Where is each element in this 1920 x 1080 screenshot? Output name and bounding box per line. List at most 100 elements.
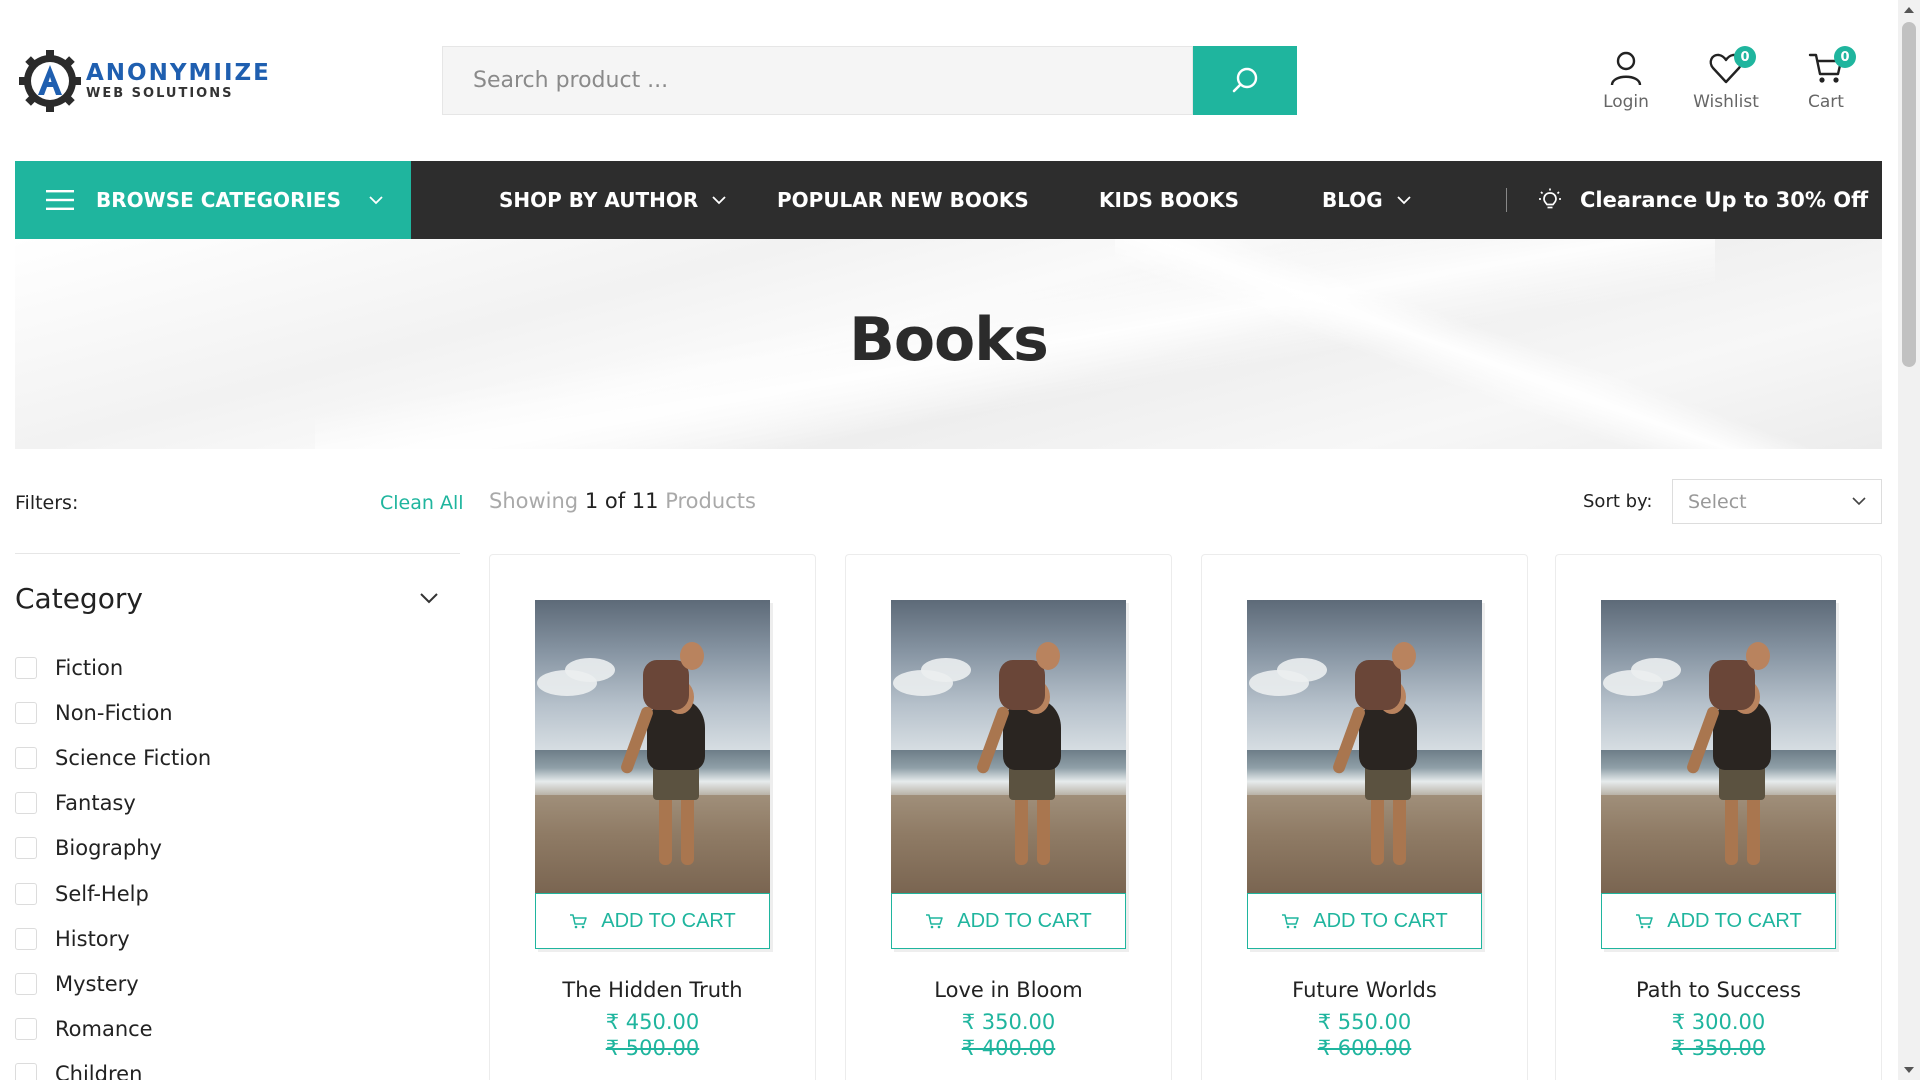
add-to-cart-label: ADD TO CART: [957, 909, 1092, 932]
category-label: Science Fiction: [55, 745, 212, 770]
main-nav: BROWSE CATEGORIES SHOP BY AUTHOR POPULAR…: [15, 161, 1882, 239]
scroll-up-arrow-icon[interactable]: [1898, 0, 1920, 20]
scroll-down-arrow-icon[interactable]: [1898, 1060, 1920, 1080]
product-title[interactable]: Love in Bloom: [846, 978, 1171, 1002]
category-item[interactable]: Mystery: [15, 961, 211, 1006]
category-item[interactable]: Science Fiction: [15, 735, 211, 780]
chevron-down-icon: [712, 195, 726, 204]
category-label: Biography: [55, 836, 162, 861]
product-price: ₹ 550.00: [1317, 1010, 1412, 1034]
category-checkbox[interactable]: [15, 792, 37, 815]
cart-icon: [926, 914, 943, 929]
login-link[interactable]: Login: [1576, 50, 1676, 112]
product-title[interactable]: Path to Success: [1556, 978, 1881, 1002]
category-label: History: [55, 926, 130, 951]
showing-suffix: Products: [665, 489, 756, 513]
category-item[interactable]: Biography: [15, 826, 211, 871]
product-card[interactable]: ADD TO CART Path to Success ₹ 300.00 ₹ 3…: [1555, 554, 1882, 1080]
product-old-price: ₹ 600.00: [1317, 1036, 1412, 1060]
category-label: Fiction: [55, 655, 124, 680]
category-title: Category: [15, 582, 143, 615]
wishlist-label: Wishlist: [1693, 92, 1759, 112]
category-checkbox[interactable]: [15, 927, 37, 950]
category-item[interactable]: Non-Fiction: [15, 690, 211, 735]
category-checkbox[interactable]: [15, 882, 37, 905]
nav-blog-label: BLOG: [1322, 188, 1383, 212]
category-item[interactable]: Fantasy: [15, 781, 211, 826]
browse-categories-label: BROWSE CATEGORIES: [96, 188, 341, 212]
category-filter-toggle[interactable]: Category: [15, 582, 438, 615]
product-image[interactable]: [1247, 600, 1482, 893]
clearance-label: Clearance Up to 30% Off: [1580, 188, 1869, 212]
nav-kids-books[interactable]: KIDS BOOKS: [1099, 161, 1239, 239]
page-scrollbar[interactable]: [1898, 0, 1920, 1080]
site-logo[interactable]: ANONYMIIZE WEB SOLUTIONS: [18, 47, 271, 115]
nav-kids-books-label: KIDS BOOKS: [1099, 188, 1240, 212]
search-icon: [1232, 67, 1258, 92]
category-item[interactable]: Fiction: [15, 645, 211, 690]
login-label: Login: [1603, 92, 1649, 112]
cart-link[interactable]: 0 Cart: [1776, 46, 1876, 112]
category-label: Mystery: [55, 971, 139, 996]
nav-popular-new-books[interactable]: POPULAR NEW BOOKS: [777, 161, 1029, 239]
nav-popular-new-books-label: POPULAR NEW BOOKS: [777, 188, 1029, 212]
product-image[interactable]: [891, 600, 1126, 893]
product-title[interactable]: The Hidden Truth: [490, 978, 815, 1002]
category-label: Self-Help: [55, 881, 149, 906]
add-to-cart-button[interactable]: ADD TO CART: [1247, 893, 1482, 949]
logo-title: ANONYMIIZE: [86, 60, 271, 86]
category-checkbox[interactable]: [15, 656, 37, 679]
search-button[interactable]: [1193, 46, 1297, 115]
category-item[interactable]: Self-Help: [15, 871, 211, 916]
wishlist-link[interactable]: 0 Wishlist: [1676, 46, 1776, 112]
product-image[interactable]: [535, 600, 770, 893]
category-checkbox[interactable]: [15, 746, 37, 769]
category-checkbox[interactable]: [15, 1018, 37, 1041]
product-price: ₹ 450.00: [605, 1010, 700, 1034]
category-label: Non-Fiction: [55, 700, 173, 725]
nav-shop-by-author-label: SHOP BY AUTHOR: [499, 188, 699, 212]
category-item[interactable]: Romance: [15, 1007, 211, 1052]
browse-categories-button[interactable]: BROWSE CATEGORIES: [15, 161, 411, 239]
product-card[interactable]: ADD TO CART Future Worlds ₹ 550.00 ₹ 600…: [1201, 554, 1528, 1080]
results-count: Showing 1 of 11 Products: [489, 489, 756, 513]
category-checkbox[interactable]: [15, 701, 37, 724]
logo-subtitle: WEB SOLUTIONS: [86, 86, 234, 101]
chevron-down-icon: [369, 195, 383, 204]
add-to-cart-button[interactable]: ADD TO CART: [535, 893, 770, 949]
add-to-cart-button[interactable]: ADD TO CART: [1601, 893, 1836, 949]
category-label: Romance: [55, 1017, 153, 1042]
cart-icon: [1282, 914, 1299, 929]
sidebar-divider: [15, 553, 460, 554]
nav-blog[interactable]: BLOG: [1322, 161, 1411, 239]
category-item[interactable]: History: [15, 916, 211, 961]
category-label: Children: [55, 1062, 143, 1080]
header-actions: Login 0 Wishlist 0 Cart: [1576, 46, 1876, 112]
showing-prefix: Showing: [489, 489, 579, 513]
search-input[interactable]: [442, 46, 1193, 115]
category-checkbox[interactable]: [15, 1063, 37, 1080]
sort-select-value: Select: [1688, 490, 1747, 513]
hamburger-menu-icon: [46, 190, 74, 210]
sort-select[interactable]: Select: [1672, 479, 1882, 524]
user-icon: [1610, 51, 1642, 86]
nav-shop-by-author[interactable]: SHOP BY AUTHOR: [499, 161, 726, 239]
sort-label: Sort by:: [1583, 491, 1653, 512]
product-title[interactable]: Future Worlds: [1202, 978, 1527, 1002]
page: ANONYMIIZE WEB SOLUTIONS Login: [0, 0, 1920, 1080]
add-to-cart-button[interactable]: ADD TO CART: [891, 893, 1126, 949]
add-to-cart-label: ADD TO CART: [601, 909, 736, 932]
gear-logo-icon: [18, 49, 82, 113]
clearance-link[interactable]: Clearance Up to 30% Off: [1538, 161, 1868, 239]
category-checkbox[interactable]: [15, 837, 37, 860]
clean-all-link[interactable]: Clean All: [380, 492, 464, 514]
product-card[interactable]: ADD TO CART Love in Bloom ₹ 350.00 ₹ 400…: [845, 554, 1172, 1080]
product-card[interactable]: ADD TO CART The Hidden Truth ₹ 450.00 ₹ …: [489, 554, 816, 1080]
product-price: ₹ 300.00: [1671, 1010, 1766, 1034]
product-image[interactable]: [1601, 600, 1836, 893]
chevron-down-icon: [1397, 195, 1411, 204]
category-checkbox[interactable]: [15, 972, 37, 995]
scrollbar-thumb[interactable]: [1902, 22, 1916, 367]
category-label: Fantasy: [55, 791, 136, 816]
category-item[interactable]: Children: [15, 1052, 211, 1080]
